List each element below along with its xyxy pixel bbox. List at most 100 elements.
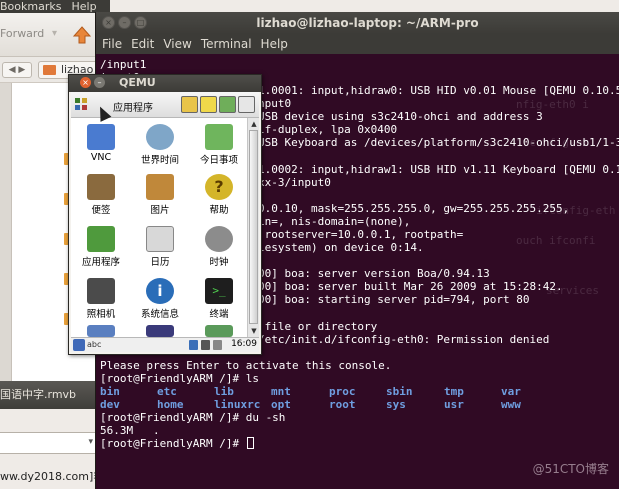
combo-field[interactable]: ▾ xyxy=(0,432,98,454)
terminal-line: rootserver=10.0.0.1, rootpath= xyxy=(258,228,464,241)
qemu-title: QEMU xyxy=(119,76,156,89)
smiley-tab-icon[interactable] xyxy=(200,96,217,113)
taskbar-clock[interactable]: 16:09 xyxy=(231,339,257,349)
app-label: 世界时间 xyxy=(140,155,179,166)
menu-help[interactable]: Help xyxy=(261,37,288,51)
app-system-info[interactable]: i 系统信息 xyxy=(130,278,190,320)
launcher-icon[interactable] xyxy=(75,98,88,111)
battery-icon[interactable] xyxy=(189,340,198,350)
qtopia-screen[interactable]: 应用程序 VNC 世界时间 今日事项 便签 图片 ? 帮助 应用程序 日历 时钟… xyxy=(71,92,259,352)
scrollbar-thumb[interactable] xyxy=(249,130,258,324)
website-text: ww.dy2018.com]非 xyxy=(0,470,100,483)
volume-icon[interactable] xyxy=(201,340,210,350)
vnc-icon xyxy=(87,124,115,150)
partial-app-icon xyxy=(87,325,115,337)
ls-entry: www xyxy=(501,398,521,411)
media-file-strip[interactable]: 国语中字.rmvb xyxy=(0,381,100,409)
home-folder-icon xyxy=(43,65,56,75)
menu-view[interactable]: View xyxy=(163,37,191,51)
applications-icon xyxy=(87,226,115,252)
app-partial[interactable] xyxy=(130,325,190,337)
today-icon xyxy=(205,124,233,150)
prompt-text: [root@FriendlyARM /]# xyxy=(100,437,246,450)
app-label: 终端 xyxy=(209,309,229,320)
ls-entry: var xyxy=(501,385,521,398)
menu-edit[interactable]: Edit xyxy=(131,37,154,51)
terminal-line: 00] boa: server version Boa/0.94.13 xyxy=(258,267,490,280)
console-line: 56.3M . xyxy=(100,424,160,437)
terminal-line: USB Keyboard as /devices/platform/s3c241… xyxy=(258,136,619,149)
scroll-up-icon[interactable]: ▲ xyxy=(249,118,259,130)
terminal-line: file or directory xyxy=(258,320,378,333)
terminal-line: 0.0.10, mask=255.255.255.0, gw=255.255.2… xyxy=(258,202,570,215)
app-label: 日历 xyxy=(150,257,170,268)
input-method-icon[interactable]: abc xyxy=(87,340,101,349)
system-info-icon: i xyxy=(146,278,174,304)
settings-tab-icon[interactable] xyxy=(219,96,236,113)
app-notes[interactable]: 便签 xyxy=(71,174,131,216)
qemu-minimize-button[interactable]: – xyxy=(94,77,105,88)
forward-button[interactable]: Forward xyxy=(0,27,44,40)
menu-terminal[interactable]: Terminal xyxy=(201,37,252,51)
terminal-line: 00] boa: server built Mar 26 2009 at 15:… xyxy=(258,280,563,293)
prompt-line[interactable]: [root@FriendlyARM /]# xyxy=(100,437,254,450)
ls-entry: opt xyxy=(271,398,291,411)
app-icon-grid: VNC 世界时间 今日事项 便签 图片 ? 帮助 应用程序 日历 时钟 照相机 … xyxy=(71,118,247,337)
app-clock[interactable]: 时钟 xyxy=(189,226,249,268)
partial-app-icon xyxy=(205,325,233,337)
network-icon[interactable] xyxy=(213,340,222,350)
menu-help[interactable]: Help xyxy=(71,0,96,13)
app-label: 照相机 xyxy=(86,309,116,320)
up-arrow-icon[interactable] xyxy=(72,25,92,45)
console-line: [root@FriendlyARM /]# du -sh xyxy=(100,411,286,424)
file-manager-lower-panel: ▾ ww.dy2018.com]非 xyxy=(0,409,100,489)
terminal-icon: >_ xyxy=(205,278,233,304)
terminal-cursor xyxy=(246,437,254,449)
ls-entry: lib xyxy=(214,385,234,398)
start-menu-icon[interactable] xyxy=(73,339,85,351)
scroll-down-icon[interactable]: ▼ xyxy=(249,325,259,337)
help-icon: ? xyxy=(205,174,233,200)
dropdown-arrow-icon[interactable]: ▾ xyxy=(88,437,93,447)
app-help[interactable]: ? 帮助 xyxy=(189,174,249,216)
app-applications[interactable]: 应用程序 xyxy=(71,226,131,268)
app-partial[interactable] xyxy=(189,325,249,337)
documents-tab-icon[interactable] xyxy=(238,96,255,113)
ls-entry: dev xyxy=(100,398,120,411)
menu-bookmarks[interactable]: Bookmarks xyxy=(0,0,61,13)
app-today[interactable]: 今日事项 xyxy=(189,124,249,166)
app-partial[interactable] xyxy=(71,325,131,337)
app-grid-scrollbar[interactable]: ▲ ▼ xyxy=(247,118,259,337)
camera-icon xyxy=(87,278,115,304)
menu-file[interactable]: File xyxy=(102,37,122,51)
app-camera[interactable]: 照相机 xyxy=(71,278,131,320)
qemu-titlebar: × – QEMU xyxy=(69,75,261,92)
clock-icon xyxy=(205,226,233,252)
path-nav-arrows[interactable]: ◀ ▶ xyxy=(2,62,32,78)
app-pictures[interactable]: 图片 xyxy=(130,174,190,216)
app-label: VNC xyxy=(90,152,112,163)
applications-tab-label[interactable]: 应用程序 xyxy=(113,99,153,114)
notes-icon xyxy=(87,174,115,200)
ls-entry: proc xyxy=(329,385,356,398)
ls-entry: root xyxy=(329,398,356,411)
qemu-close-button[interactable]: × xyxy=(80,77,91,88)
terminal-title: lizhao@lizhao-laptop: ~/ARM-pro xyxy=(256,16,479,30)
file-manager-toolbar: Forward ▾ xyxy=(0,13,100,57)
app-label: 时钟 xyxy=(209,257,229,268)
ls-entry: usr xyxy=(444,398,464,411)
app-world-time[interactable]: 世界时间 xyxy=(130,124,190,166)
ls-entry: home xyxy=(157,398,184,411)
ls-entry: mnt xyxy=(271,385,291,398)
partial-app-icon xyxy=(146,325,174,337)
forward-dropdown-icon[interactable]: ▾ xyxy=(52,28,57,39)
app-terminal[interactable]: >_ 终端 xyxy=(189,278,249,320)
games-tab-icon[interactable] xyxy=(181,96,198,113)
terminal-line: /etc/init.d/ifconfig-eth0: Permission de… xyxy=(258,333,550,346)
console-line: [root@FriendlyARM /]# ls xyxy=(100,372,259,385)
app-vnc[interactable]: VNC xyxy=(71,124,131,163)
ls-entry: bin xyxy=(100,385,120,398)
file-manager-menubar: Bookmarks Help xyxy=(0,0,110,13)
app-calendar[interactable]: 日历 xyxy=(130,226,190,268)
terminal-line: nput0 xyxy=(258,97,292,110)
